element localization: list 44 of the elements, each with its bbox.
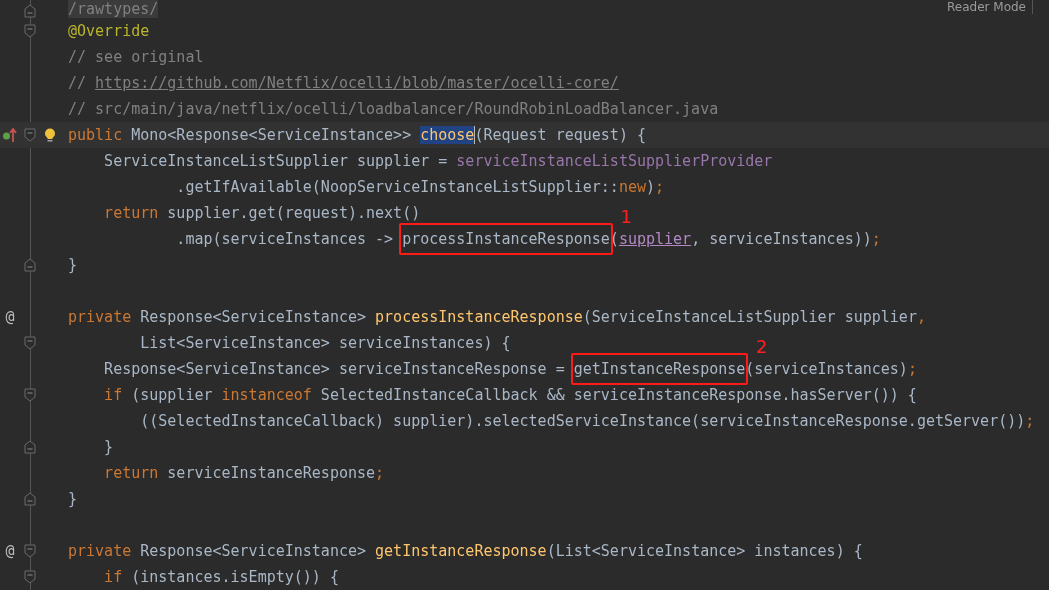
code-comment: // https://github.com/Netflix/ocelli/blob/master/ocelli-core/ xyxy=(68,74,619,92)
code-text: ; xyxy=(871,230,881,248)
code-comment: // see original xyxy=(68,48,204,66)
fold-icon[interactable] xyxy=(24,24,36,38)
code-text: .map(serviceInstances -> xyxy=(175,230,395,248)
code-text: Response<ServiceInstance> serviceInstanceResponse = xyxy=(103,360,566,378)
fold-icon[interactable] xyxy=(24,4,36,18)
override-icon[interactable] xyxy=(3,127,17,143)
code-line: List<ServiceInstance> serviceInstances) { xyxy=(139,334,511,352)
fold-icon[interactable] xyxy=(24,128,36,142)
code-line: ServiceInstanceListSupplier supplier = serviceInstanceListSupplierProvider xyxy=(103,152,773,170)
fold-icon[interactable] xyxy=(24,570,36,584)
fold-icon[interactable] xyxy=(24,544,36,558)
fold-icon[interactable] xyxy=(24,336,36,350)
code-line: ((SelectedInstanceCallback) supplier).selectedServiceInstance(serviceInstanceResponse.getServer()); xyxy=(139,412,1035,430)
fold-icon[interactable] xyxy=(24,440,36,454)
code-text: ; xyxy=(907,360,917,378)
code-line: .getIfAvailable(NoopServiceInstanceListSupplier::new); xyxy=(175,178,665,196)
code-line: private Response<ServiceInstance> getInstanceResponse(List<ServiceInstance> instances) { xyxy=(68,542,863,560)
code-line: return supplier.get(request).next() xyxy=(103,204,421,222)
highlight-box: getInstanceResponse xyxy=(570,353,749,385)
implementation-marker[interactable]: @ xyxy=(5,542,15,560)
fold-icon[interactable] xyxy=(24,492,36,506)
code-line: if (supplier instanceof SelectedInstanceCallback && serviceInstanceResponse.hasServer()) { xyxy=(103,386,917,404)
highlight-box: processInstanceResponse xyxy=(399,223,613,255)
fold-icon[interactable] xyxy=(24,258,36,272)
fold-icon[interactable] xyxy=(24,388,36,402)
code-comment: /rawtypes/ xyxy=(68,0,159,18)
code-text: supplier xyxy=(618,230,692,248)
callout-number: 2 xyxy=(755,338,768,356)
code-line: @Override xyxy=(68,22,150,40)
lightbulb-icon[interactable] xyxy=(44,127,56,143)
code-line: private Response<ServiceInstance> processInstanceResponse(ServiceInstanceListSupplier supplier, xyxy=(68,308,926,326)
code-line: } xyxy=(68,256,78,274)
code-text: , serviceInstances)) xyxy=(691,230,872,248)
code-comment: // src/main/java/netflix/ocelli/loadbalancer/RoundRobinLoadBalancer.java xyxy=(68,100,719,118)
code-line: return serviceInstanceResponse; xyxy=(103,464,385,482)
code-line: public Mono<Response<ServiceInstance>> choose(Request request) { xyxy=(68,126,646,144)
implementation-marker[interactable]: @ xyxy=(5,308,15,326)
code-line: } xyxy=(68,490,78,508)
callout-number: 1 xyxy=(620,208,632,226)
code-line: } xyxy=(103,438,114,456)
reader-mode-button[interactable]: Reader Mode xyxy=(947,0,1033,14)
code-line: if (instances.isEmpty()) { xyxy=(103,568,339,586)
